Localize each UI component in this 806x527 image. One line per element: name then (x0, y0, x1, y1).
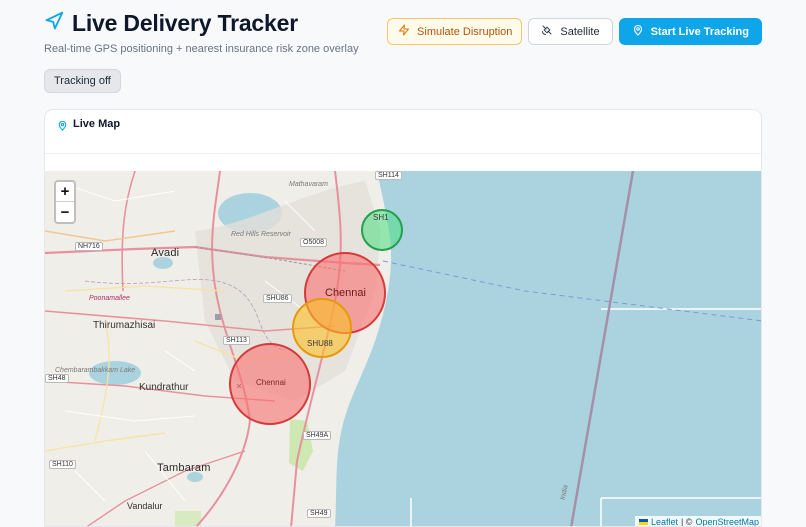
map-label-chembarambakkam: Chembarambakkam Lake (55, 367, 136, 374)
road-shield-shu86: SHU86 (263, 294, 292, 303)
satellite-button[interactable]: Satellite (528, 18, 613, 45)
satellite-label: Satellite (560, 25, 600, 38)
start-live-tracking-label: Start Live Tracking (650, 25, 749, 38)
page-title: Live Delivery Tracker (72, 10, 298, 36)
map-attribution: Leaflet | © OpenStreetMap (634, 516, 761, 527)
road-shield-sh49: SH49 (307, 509, 331, 518)
simulate-disruption-button[interactable]: Simulate Disruption (387, 18, 523, 45)
openstreetmap-link[interactable]: OpenStreetMap (695, 517, 759, 526)
card-header: Live Map (45, 110, 761, 154)
road-shield-nh716: NH716 (75, 242, 103, 251)
card-title: Live Map (73, 118, 121, 130)
satellite-icon (541, 24, 553, 39)
map-label-kundrathur: Kundrathur (139, 382, 189, 393)
zoom-out-button[interactable]: − (56, 202, 74, 222)
map-pin-icon (632, 24, 644, 39)
map-label-avadi: Avadi (151, 247, 180, 259)
road-shield-sh113: SH113 (223, 336, 250, 345)
risk-zone-shu88 (292, 298, 352, 358)
simulate-disruption-label: Simulate Disruption (417, 25, 513, 38)
map-label-tambaram: Tambaram (157, 462, 211, 474)
page-subtitle: Real-time GPS positioning + nearest insu… (44, 43, 359, 55)
attribution-separator: | © (680, 517, 693, 527)
navigation-arrow-icon (44, 11, 64, 36)
map-tiles (45, 171, 761, 526)
road-shield-sh49a: SH49A (303, 431, 332, 440)
live-map[interactable]: Avadi Chennai Chennai Thirumazhisai Kund… (45, 171, 761, 527)
road-shield-o5008: O5008 (300, 238, 328, 247)
map-label-chennai-small: Chennai (256, 378, 286, 387)
start-live-tracking-button[interactable]: Start Live Tracking (618, 18, 762, 45)
map-label-red-hills: Red Hills Reservoir (231, 231, 291, 238)
road-shield-sh48: SH48 (45, 374, 69, 383)
zoom-in-button[interactable]: + (56, 182, 74, 202)
road-shield-sh110: SH110 (49, 460, 76, 469)
leaflet-link[interactable]: Leaflet (651, 517, 678, 526)
map-label-poonamallee: Poonamallee (89, 295, 130, 302)
map-label-vandalur: Vandalur (127, 501, 163, 511)
map-label-chennai: Chennai (325, 287, 366, 299)
map-label-thirumazhisai: Thirumazhisai (93, 320, 156, 331)
toolbar: Simulate Disruption Satellite Start Live… (387, 18, 762, 45)
ukraine-flag-icon (638, 519, 648, 525)
title-row: Live Delivery Tracker (44, 10, 359, 37)
lightning-icon (398, 24, 410, 39)
map-pin-icon (57, 118, 68, 136)
road-shield-shu88: SHU88 (307, 339, 333, 348)
map-label-mathavaram: Mathavaram (289, 181, 328, 188)
zoom-control: + − (54, 180, 76, 224)
page-header: Live Delivery Tracker Real-time GPS posi… (44, 10, 359, 55)
live-map-card: Live Map Avadi Chennai Chennai Thirumazh… (44, 109, 762, 527)
road-shield-sh114: SH114 (375, 171, 402, 180)
tracking-status-badge: Tracking off (44, 69, 121, 93)
road-shield-sh1: SH1 (373, 213, 389, 222)
